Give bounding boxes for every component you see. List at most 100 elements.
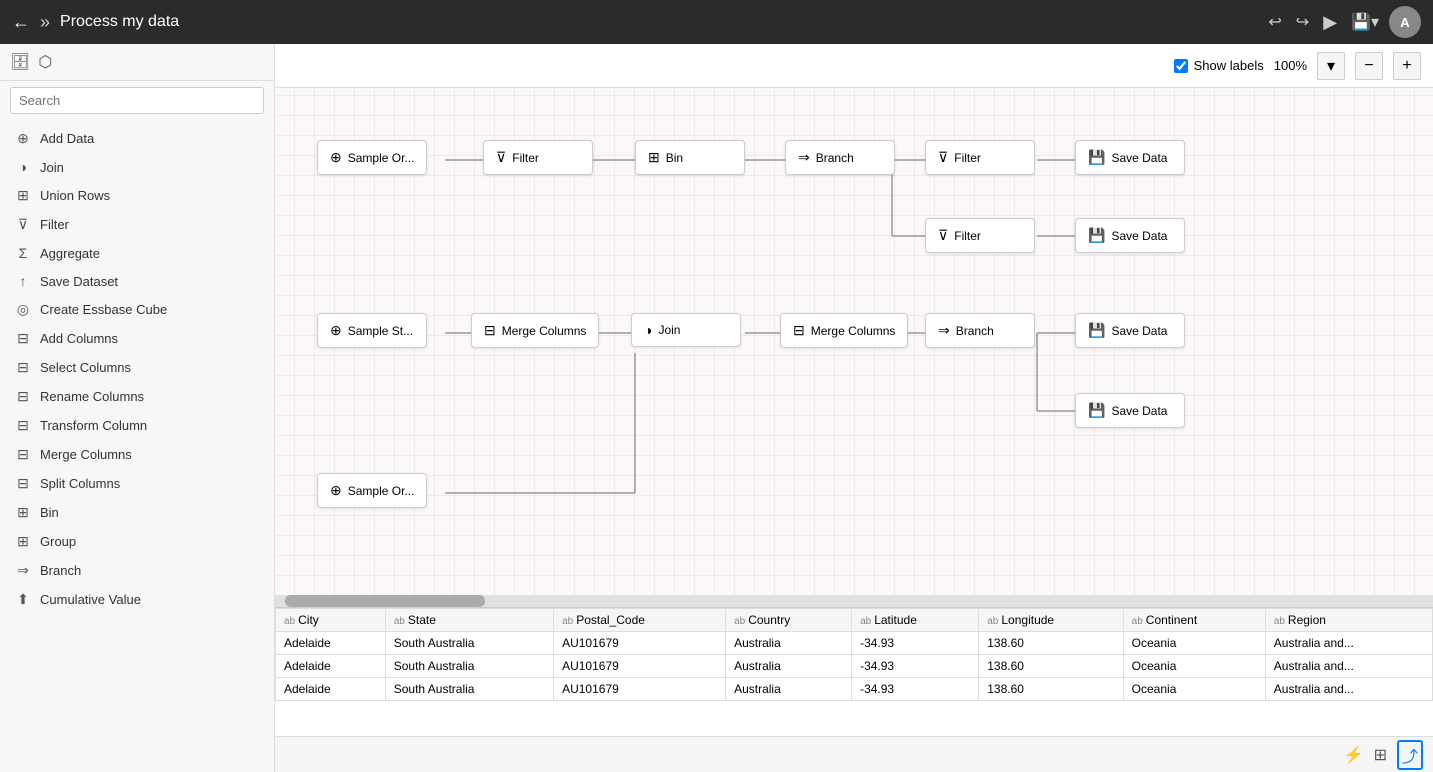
flow-node-8[interactable]: ⊕ Sample St... — [317, 313, 427, 348]
flow-node-2[interactable]: ⊞Bin — [635, 140, 745, 175]
node-label-5: Save Data — [1111, 151, 1167, 165]
sidebar-item-join[interactable]: ◑ Join — [0, 153, 274, 181]
node-label-2: Bin — [666, 151, 683, 165]
col-type: ab — [734, 616, 745, 627]
node-label-15: Sample Or... — [348, 484, 415, 498]
flow-node-11[interactable]: ⊟Merge Columns — [780, 313, 908, 348]
sidebar-item-transform-column[interactable]: ⊟Transform Column — [0, 411, 274, 440]
sidebar-icon-join: ◑ — [14, 159, 32, 175]
table-cell: Oceania — [1123, 678, 1265, 701]
data-table-area: abCityabStateabPostal_CodeabCountryabLat… — [275, 607, 1433, 772]
sidebar-icon-aggregate: Σ — [14, 245, 32, 261]
node-icon-8: ⊕ — [330, 322, 342, 339]
sidebar-label-add-data: Add Data — [40, 131, 94, 146]
sidebar-item-save-dataset[interactable]: ↑Save Dataset — [0, 267, 274, 295]
node-label-6: Filter — [954, 229, 981, 243]
flow-node-13[interactable]: 💾Save Data — [1075, 313, 1185, 348]
col-type: ab — [860, 616, 871, 627]
flow-node-3[interactable]: ⇒Branch — [785, 140, 895, 175]
col-header-city: abCity — [276, 609, 386, 632]
node-label-10: Join — [658, 323, 680, 337]
node-label-4: Filter — [954, 151, 981, 165]
flow-node-0[interactable]: ⊕Sample Or... — [317, 140, 427, 175]
node-icon-4: ⊽ — [938, 149, 948, 166]
sidebar-item-group[interactable]: ⊞Group — [0, 527, 274, 556]
logo-icon: » — [40, 12, 50, 33]
flow-node-6[interactable]: ⊽Filter — [925, 218, 1035, 253]
canvas-area: Show labels 100% ▾ − + — [275, 44, 1433, 772]
flow-node-4[interactable]: ⊽ Filter — [925, 140, 1035, 175]
table-grid-icon[interactable]: ⊞ — [1374, 745, 1387, 765]
toolbar-icons: ↩ ↪ ▶ 💾▾ — [1268, 12, 1379, 33]
flow-node-5[interactable]: 💾Save Data — [1075, 140, 1185, 175]
table-row: AdelaideSouth AustraliaAU101679Australia… — [276, 655, 1433, 678]
zoom-level: 100% — [1274, 58, 1307, 73]
show-labels-text: Show labels — [1194, 58, 1264, 73]
zoom-in-button[interactable]: + — [1393, 52, 1421, 80]
sidebar-list: ⊕Add Data ◑ Join ⊞Union Rows⊽FilterΣAggrega… — [0, 120, 274, 772]
undo-button[interactable]: ↩ — [1268, 12, 1281, 32]
flow-node-10[interactable]: ◑Join — [631, 313, 741, 347]
node-icon-9: ⊟ — [484, 322, 496, 339]
sidebar-flow-icon[interactable]: ⬡ — [38, 52, 52, 72]
sidebar-icon-save-dataset: ↑ — [14, 273, 32, 289]
search-input[interactable] — [10, 87, 264, 114]
table-cell: Australia and... — [1265, 655, 1432, 678]
avatar[interactable]: A — [1389, 6, 1421, 38]
sidebar-label-select-columns: Select Columns — [40, 360, 131, 375]
sidebar-label-branch: Branch — [40, 563, 81, 578]
zoom-dropdown-button[interactable]: ▾ — [1317, 52, 1345, 80]
sidebar-label-cumulative-value: Cumulative Value — [40, 592, 141, 607]
sidebar-item-add-columns[interactable]: ⊟Add Columns — [0, 324, 274, 353]
sidebar-item-merge-columns[interactable]: ⊟Merge Columns — [0, 440, 274, 469]
sidebar-label-join: Join — [40, 160, 64, 175]
sidebar-item-rename-columns[interactable]: ⊟Rename Columns — [0, 382, 274, 411]
save-button[interactable]: 💾▾ — [1351, 12, 1379, 32]
flow-node-1[interactable]: ⊽Filter — [483, 140, 593, 175]
sidebar-item-add-data[interactable]: ⊕Add Data — [0, 124, 274, 153]
zoom-out-button[interactable]: − — [1355, 52, 1383, 80]
node-label-9: Merge Columns — [502, 324, 587, 338]
sidebar-icon-rename-columns: ⊟ — [14, 388, 32, 405]
sidebar-item-union-rows[interactable]: ⊞Union Rows — [0, 181, 274, 210]
table-scroll[interactable]: abCityabStateabPostal_CodeabCountryabLat… — [275, 608, 1433, 736]
sidebar-db-icon[interactable]: 🗄 — [10, 52, 30, 72]
main-layout: 🗄 ⬡ ⊕Add Data◑Join⊞Union Rows⊽FilterΣAgg… — [0, 44, 1433, 772]
sidebar-item-branch[interactable]: ⇒Branch — [0, 556, 274, 585]
col-header-country: abCountry — [726, 609, 852, 632]
back-button[interactable]: ← — [12, 12, 30, 33]
node-label-8: Sample St... — [348, 324, 413, 338]
canvas-hscroll-thumb[interactable] — [285, 595, 485, 607]
sidebar: 🗄 ⬡ ⊕Add Data ◑ Join ⊞Union Rows⊽FilterΣAgg… — [0, 44, 275, 772]
table-cell: Australia and... — [1265, 632, 1432, 655]
sidebar-icon-merge-columns: ⊟ — [14, 446, 32, 463]
sidebar-item-select-columns[interactable]: ⊟ Select Columns — [0, 353, 274, 382]
flow-node-14[interactable]: 💾Save Data — [1075, 393, 1185, 428]
canvas-hscrollbar[interactable] — [275, 595, 1433, 607]
play-button[interactable]: ▶ — [1323, 12, 1337, 33]
show-labels-checkbox[interactable] — [1174, 59, 1188, 73]
sidebar-item-split-columns[interactable]: ⊟Split Columns — [0, 469, 274, 498]
sidebar-item-bin[interactable]: ⊞Bin — [0, 498, 274, 527]
flow-node-12[interactable]: ⇒Branch — [925, 313, 1035, 348]
table-share-icon[interactable]: ⤴ — [1397, 740, 1423, 770]
sidebar-item-filter[interactable]: ⊽Filter — [0, 210, 274, 239]
table-head: abCityabStateabPostal_CodeabCountryabLat… — [276, 609, 1433, 632]
sidebar-label-add-columns: Add Columns — [40, 331, 118, 346]
table-cell: Australia — [726, 655, 852, 678]
canvas[interactable]: ⊕Sample Or...⊽Filter⊞Bin⇒Branch⊽Filter💾S… — [275, 88, 1433, 595]
node-label-3: Branch — [816, 151, 854, 165]
sidebar-item-aggregate[interactable]: ΣAggregate — [0, 239, 274, 267]
sidebar-item-cumulative-value[interactable]: ⬆Cumulative Value — [0, 585, 274, 614]
redo-button[interactable]: ↪ — [1296, 12, 1309, 32]
flow-node-15[interactable]: ⊕Sample Or... — [317, 473, 427, 508]
sidebar-icon-select-columns: ⊟ — [14, 359, 32, 376]
table-lightning-icon[interactable]: ⚡ — [1344, 745, 1364, 765]
col-header-region: abRegion — [1265, 609, 1432, 632]
node-label-13: Save Data — [1111, 324, 1167, 338]
table-cell: AU101679 — [554, 678, 726, 701]
flow-node-7[interactable]: 💾Save Data — [1075, 218, 1185, 253]
sidebar-item-create-essbase[interactable]: ◎Create Essbase Cube — [0, 295, 274, 324]
flow-node-9[interactable]: ⊟ Merge Columns — [471, 313, 599, 348]
table-row: AdelaideSouth AustraliaAU101679Australia… — [276, 678, 1433, 701]
